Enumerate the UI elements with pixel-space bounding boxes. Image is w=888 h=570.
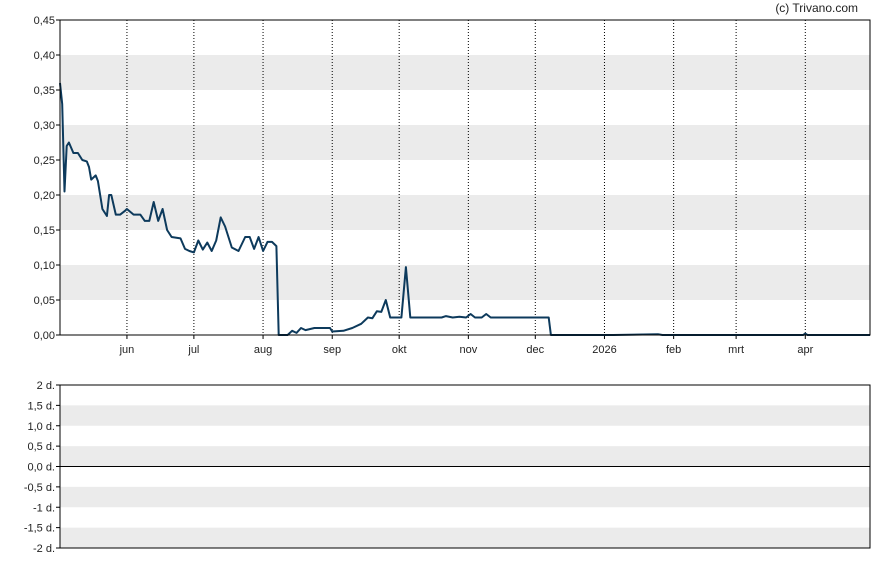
x-tick-label: 2026 bbox=[592, 344, 616, 356]
grid-band bbox=[60, 265, 870, 300]
x-tick-label: feb bbox=[666, 344, 681, 356]
sub-y-tick-label: -2 d. bbox=[33, 543, 55, 555]
sub-y-tick-label: -1,5 d. bbox=[24, 523, 55, 535]
price-chart-svg: 0,00 0,05 0,10 0,15 0,20 0,25 0,30 0,35 0,40 0,45… bbox=[24, 15, 871, 555]
sub-y-tick-label: 1,5 d. bbox=[27, 400, 55, 412]
sub-grid-band bbox=[60, 527, 870, 548]
grid-band bbox=[60, 125, 870, 160]
y-tick-label: 0,40 bbox=[34, 50, 55, 62]
y-tick-label: 0,15 bbox=[34, 225, 55, 237]
y-tick-label: 0,10 bbox=[34, 260, 55, 272]
x-tick-label: apr bbox=[797, 344, 813, 356]
sub-grid-band bbox=[60, 446, 870, 467]
sub-y-tick-label: 0,5 d. bbox=[27, 441, 55, 453]
x-tick-label: mrt bbox=[728, 344, 744, 356]
y-tick-label: 0,35 bbox=[34, 85, 55, 97]
x-tick-label: jul bbox=[187, 344, 199, 356]
y-tick-label: 0,05 bbox=[34, 295, 55, 307]
x-tick-label: okt bbox=[392, 344, 407, 356]
sub-y-tick-label: 2 d. bbox=[37, 380, 55, 392]
y-tick-label: 0,25 bbox=[34, 155, 55, 167]
y-tick-label: 0,20 bbox=[34, 190, 55, 202]
x-tick-label: jun bbox=[119, 344, 135, 356]
x-tick-label: aug bbox=[254, 344, 272, 356]
x-tick-label: nov bbox=[459, 344, 477, 356]
y-tick-label: 0,00 bbox=[34, 330, 55, 342]
grid-band bbox=[60, 55, 870, 90]
y-tick-label: 0,45 bbox=[34, 15, 55, 27]
sub-y-tick-label: 1,0 d. bbox=[27, 421, 55, 433]
x-tick-label: dec bbox=[526, 344, 544, 356]
sub-y-tick-label: -0,5 d. bbox=[24, 482, 55, 494]
x-tick-label: sep bbox=[323, 344, 341, 356]
sub-y-tick-label: -1 d. bbox=[33, 502, 55, 514]
grid-band bbox=[60, 195, 870, 230]
sub-grid-band bbox=[60, 486, 870, 508]
y-tick-label: 0,30 bbox=[34, 120, 55, 132]
sub-y-tick-label: 0,0 d. bbox=[27, 462, 55, 474]
sub-grid-band bbox=[60, 405, 870, 426]
chart-root: 0,00 0,05 0,10 0,15 0,20 0,25 0,30 0,35 0,40 0,45… bbox=[0, 0, 888, 565]
credit-label: (c) Trivano.com bbox=[775, 1, 858, 15]
